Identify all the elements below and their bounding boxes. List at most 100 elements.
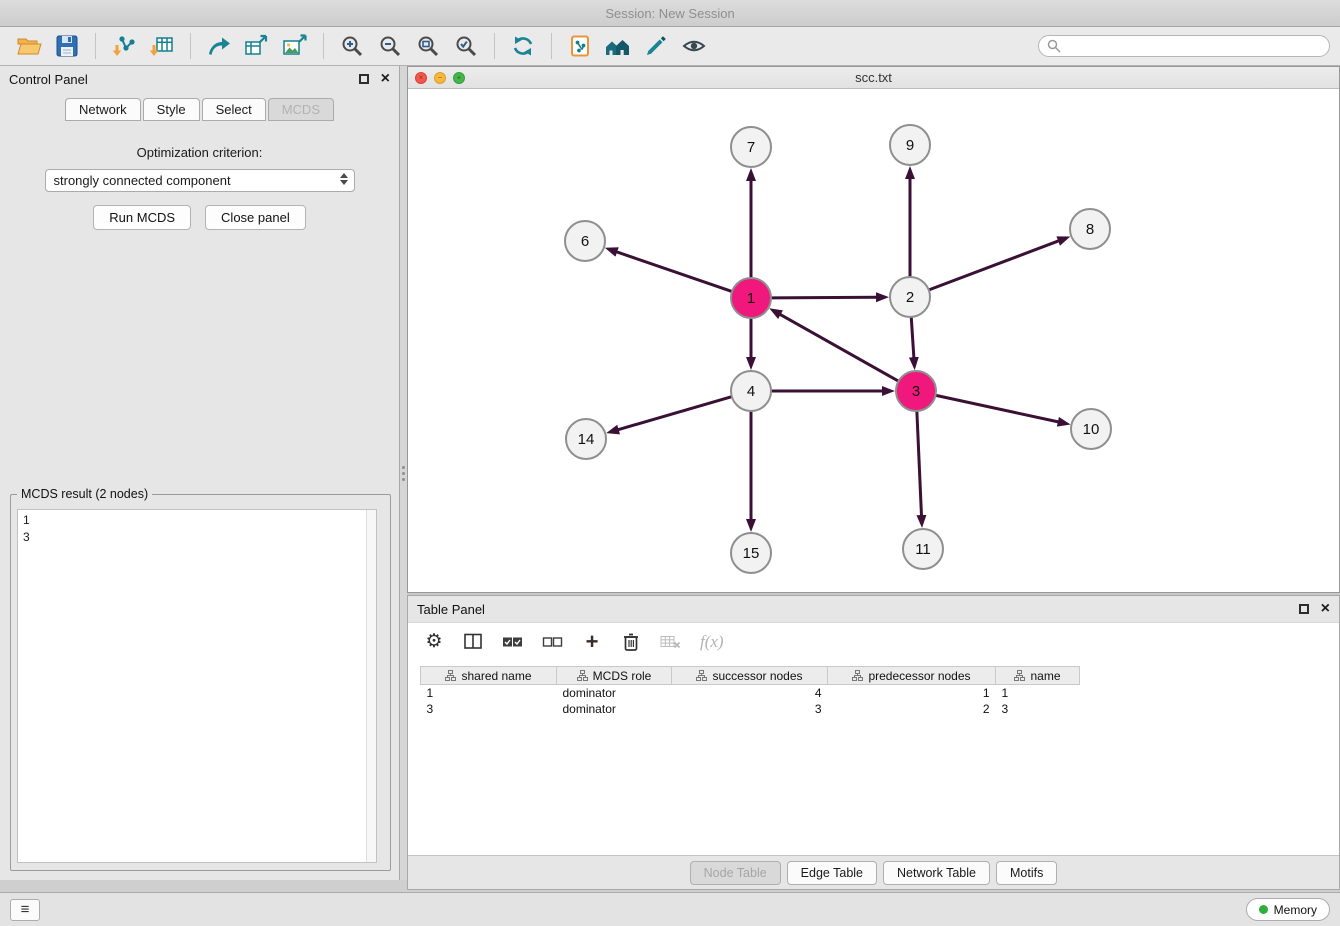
table-panel-title: Table Panel xyxy=(417,602,485,617)
cell-predecessor-nodes[interactable]: 1 xyxy=(828,685,996,701)
close-panel-button[interactable]: × xyxy=(381,71,390,87)
tab-node-table[interactable]: Node Table xyxy=(690,861,781,885)
graph-node-1[interactable]: 1 xyxy=(731,278,771,318)
cell-mcds-role[interactable]: dominator xyxy=(557,685,672,701)
memory-button[interactable]: Memory xyxy=(1246,898,1330,921)
table-row[interactable]: 3 dominator 3 2 3 xyxy=(421,701,1080,717)
close-panel-button-cp[interactable]: Close panel xyxy=(205,205,306,230)
graph-node-9[interactable]: 9 xyxy=(890,125,930,165)
export-image-icon xyxy=(282,34,308,58)
column-header-name[interactable]: name xyxy=(996,667,1080,685)
app-title: Session: New Session xyxy=(605,6,734,21)
save-session-button[interactable] xyxy=(48,30,86,62)
task-history-button[interactable]: ≡ xyxy=(10,899,40,921)
function-builder-button[interactable]: f(x) xyxy=(700,630,724,654)
graph-edge-4-14[interactable] xyxy=(618,397,731,430)
vertical-splitter[interactable] xyxy=(400,66,407,880)
graph-node-4[interactable]: 4 xyxy=(731,371,771,411)
tab-select[interactable]: Select xyxy=(202,98,266,121)
result-scrollbar[interactable] xyxy=(366,510,376,862)
tab-mcds[interactable]: MCDS xyxy=(268,98,334,121)
graph-edge-3-11[interactable] xyxy=(917,412,922,516)
tab-motifs[interactable]: Motifs xyxy=(996,861,1057,885)
table-row[interactable]: 1 dominator 4 1 1 xyxy=(421,685,1080,701)
deselect-all-button[interactable] xyxy=(542,630,563,654)
show-columns-button[interactable] xyxy=(463,630,483,654)
import-network-button[interactable] xyxy=(105,30,143,62)
zoom-selected-button[interactable] xyxy=(447,30,485,62)
column-header-mcds-role[interactable]: MCDS role xyxy=(557,667,672,685)
network-canvas[interactable]: 7 9 6 8 1 2 4 3 10 14 15 11 xyxy=(408,89,1339,592)
table-header-row: shared name MCDS role xyxy=(421,667,1080,685)
select-all-button[interactable] xyxy=(502,630,523,654)
control-panel: Control Panel × Network Style Select MCD… xyxy=(0,66,400,880)
graph-node-15[interactable]: 15 xyxy=(731,533,771,573)
graph-node-3[interactable]: 3 xyxy=(896,371,936,411)
graph-edge-2-3[interactable] xyxy=(911,318,914,358)
float-table-panel-button[interactable] xyxy=(1299,604,1309,614)
column-header-predecessor-nodes[interactable]: predecessor nodes xyxy=(828,667,996,685)
cell-successor-nodes[interactable]: 4 xyxy=(672,685,828,701)
table-tab-bar: Node Table Edge Table Network Table Moti… xyxy=(408,855,1339,889)
add-column-button[interactable]: + xyxy=(582,630,602,654)
search-field[interactable] xyxy=(1038,35,1330,57)
svg-text:10: 10 xyxy=(1083,421,1100,438)
graph-node-7[interactable]: 7 xyxy=(731,127,771,167)
cell-mcds-role[interactable]: dominator xyxy=(557,701,672,717)
app-titlebar: Session: New Session xyxy=(0,0,1340,27)
run-mcds-button[interactable]: Run MCDS xyxy=(93,205,191,230)
table-settings-button[interactable]: ⚙ xyxy=(424,630,444,654)
toolbar-separator xyxy=(95,33,96,59)
mcds-result-textarea[interactable]: 1 3 xyxy=(17,509,377,863)
column-header-shared-name[interactable]: shared name xyxy=(421,667,557,685)
cell-shared-name[interactable]: 3 xyxy=(421,701,557,717)
export-table-button[interactable] xyxy=(238,30,276,62)
tab-network[interactable]: Network xyxy=(65,98,141,121)
cell-successor-nodes[interactable]: 3 xyxy=(672,701,828,717)
column-header-successor-nodes[interactable]: successor nodes xyxy=(672,667,828,685)
window-zoom-button[interactable]: + xyxy=(453,72,465,84)
svg-text:4: 4 xyxy=(747,383,755,400)
show-hide-button[interactable] xyxy=(675,30,713,62)
graph-node-10[interactable]: 10 xyxy=(1071,409,1111,449)
tab-network-table[interactable]: Network Table xyxy=(883,861,990,885)
fx-icon: f(x) xyxy=(700,632,724,652)
export-image-button[interactable] xyxy=(276,30,314,62)
graph-node-11[interactable]: 11 xyxy=(903,529,943,569)
export-network-button[interactable] xyxy=(200,30,238,62)
graph-edge-1-6[interactable] xyxy=(616,252,731,292)
import-table-button[interactable] xyxy=(143,30,181,62)
graph-edge-3-1[interactable] xyxy=(780,314,898,381)
window-close-button[interactable]: × xyxy=(415,72,427,84)
search-input[interactable] xyxy=(1067,39,1321,53)
graph-node-6[interactable]: 6 xyxy=(565,221,605,261)
close-table-panel-button[interactable]: × xyxy=(1321,601,1330,617)
refresh-button[interactable] xyxy=(504,30,542,62)
graph-edge-2-8[interactable] xyxy=(930,241,1060,290)
cell-predecessor-nodes[interactable]: 2 xyxy=(828,701,996,717)
graph-node-2[interactable]: 2 xyxy=(890,277,930,317)
cell-name[interactable]: 3 xyxy=(996,701,1080,717)
criterion-select[interactable]: strongly connected component xyxy=(45,169,355,192)
graph-edge-3-10[interactable] xyxy=(937,396,1059,423)
graph-node-14[interactable]: 14 xyxy=(566,419,606,459)
document-network-button[interactable] xyxy=(561,30,599,62)
toolbar-separator xyxy=(323,33,324,59)
overview-button[interactable] xyxy=(599,30,637,62)
select-stepper-icon xyxy=(340,173,348,185)
open-session-button[interactable] xyxy=(10,30,48,62)
tab-edge-table[interactable]: Edge Table xyxy=(787,861,877,885)
annotations-button[interactable] xyxy=(637,30,675,62)
cell-shared-name[interactable]: 1 xyxy=(421,685,557,701)
window-minimize-button[interactable]: − xyxy=(434,72,446,84)
delete-column-button[interactable] xyxy=(621,630,641,654)
tab-style[interactable]: Style xyxy=(143,98,200,121)
zoom-fit-button[interactable] xyxy=(409,30,447,62)
float-panel-button[interactable] xyxy=(359,74,369,84)
graph-edge-1-2[interactable] xyxy=(772,297,877,298)
delete-table-button[interactable] xyxy=(660,630,681,654)
cell-name[interactable]: 1 xyxy=(996,685,1080,701)
zoom-in-button[interactable] xyxy=(333,30,371,62)
zoom-out-button[interactable] xyxy=(371,30,409,62)
graph-node-8[interactable]: 8 xyxy=(1070,209,1110,249)
